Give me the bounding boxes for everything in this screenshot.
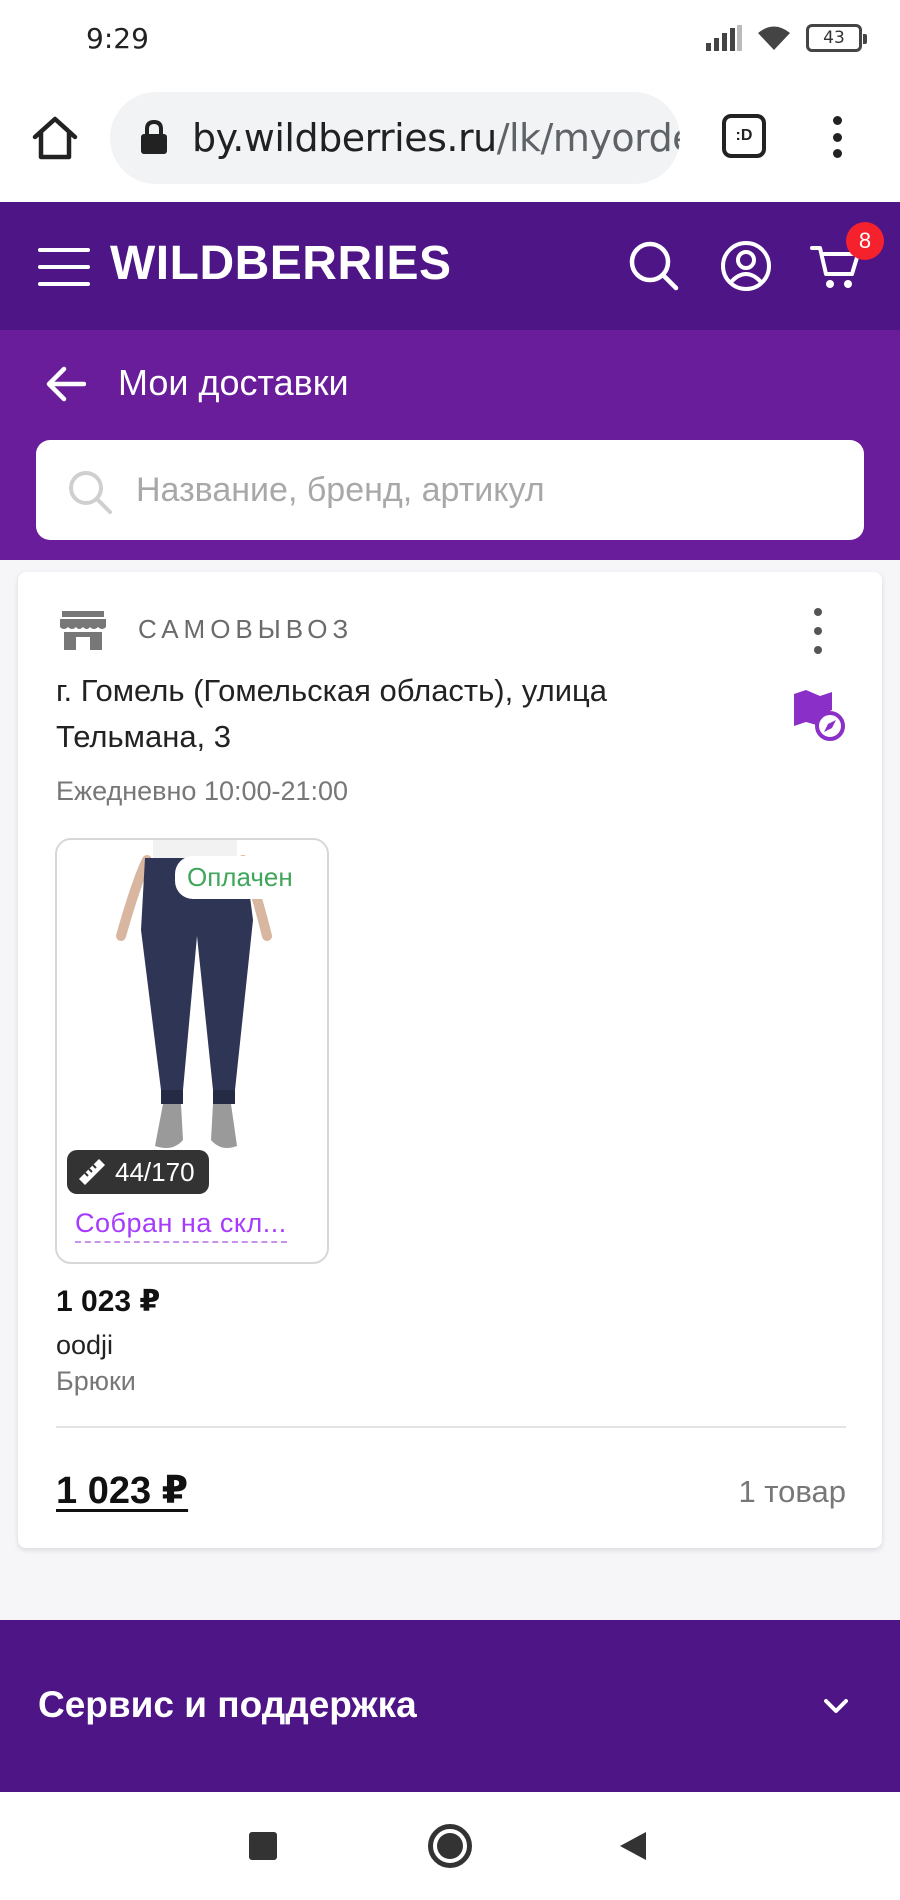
item-type: Брюки [56,1366,136,1396]
back-button[interactable] [618,1830,648,1862]
tabs-icon[interactable]: :D [722,114,766,158]
divider [56,1426,846,1428]
store-icon [60,611,106,650]
back-arrow-icon[interactable] [44,364,86,404]
battery-icon: 43 [806,24,867,52]
item-price: 1 023 ₽ [56,1285,161,1318]
page-title: Мои доставки [118,362,349,403]
logo[interactable]: WILDBERRIES [110,236,452,291]
browser-toolbar: by.wildberries.ru/lk/myorders :D [0,80,900,202]
order-total: 1 023 ₽ [56,1470,189,1512]
footer-accordion[interactable]: Сервис и поддержка [0,1620,900,1792]
working-hours: Ежедневно 10:00-21:00 [56,776,349,806]
search-input[interactable] [136,440,836,540]
url-bar[interactable]: by.wildberries.ru/lk/myorders [110,92,680,184]
signal-icon [706,25,742,51]
url-host: by.wildberries.ru [192,116,497,160]
delivery-card: САМОВЫВОЗ г. Гомель (Гомельская область)… [18,572,882,1548]
lock-icon [141,120,167,154]
size-badge: 44/170 [67,1150,209,1194]
payment-status-badge: Оплачен [175,856,305,899]
url-path: /lk/myorders [496,116,680,160]
hamburger-icon[interactable] [38,248,90,286]
page-header: Мои доставки [0,330,900,560]
chevron-down-icon[interactable] [820,1690,852,1722]
search-icon [69,471,112,514]
kebab-menu-icon[interactable] [822,112,852,162]
status-time: 9:29 [86,22,149,55]
site-header: WILDBERRIES [0,202,900,330]
user-icon[interactable] [718,238,774,294]
status-bar: 9:29 43 [0,0,900,80]
cart-count-badge: 8 [846,222,884,260]
home-icon[interactable] [30,113,80,163]
system-nav-bar [0,1792,900,1900]
delivery-type: САМОВЫВОЗ [138,614,354,644]
item-brand: oodji [56,1330,114,1360]
url-text: by.wildberries.ru/lk/myorders [192,116,680,160]
search-box[interactable] [36,440,864,540]
footer-title: Сервис и поддержка [38,1684,417,1725]
home-button[interactable] [428,1824,472,1868]
item-count: 1 товар [738,1474,846,1509]
ruler-icon [79,1159,105,1185]
map-pin-icon[interactable] [792,688,846,742]
search-icon[interactable] [626,238,682,294]
pickup-address: г. Гомель (Гомельская область), улица Те… [56,673,608,754]
product-card[interactable]: Оплачен 44/170 Собран на скл... [55,838,329,1264]
size-value: 44/170 [115,1156,195,1187]
order-status-link[interactable]: Собран на скл... [75,1208,287,1243]
status-icons: 43 [706,24,867,52]
kebab-menu-icon[interactable] [810,608,826,654]
recent-apps-button[interactable] [249,1832,277,1860]
wifi-icon [758,26,790,50]
